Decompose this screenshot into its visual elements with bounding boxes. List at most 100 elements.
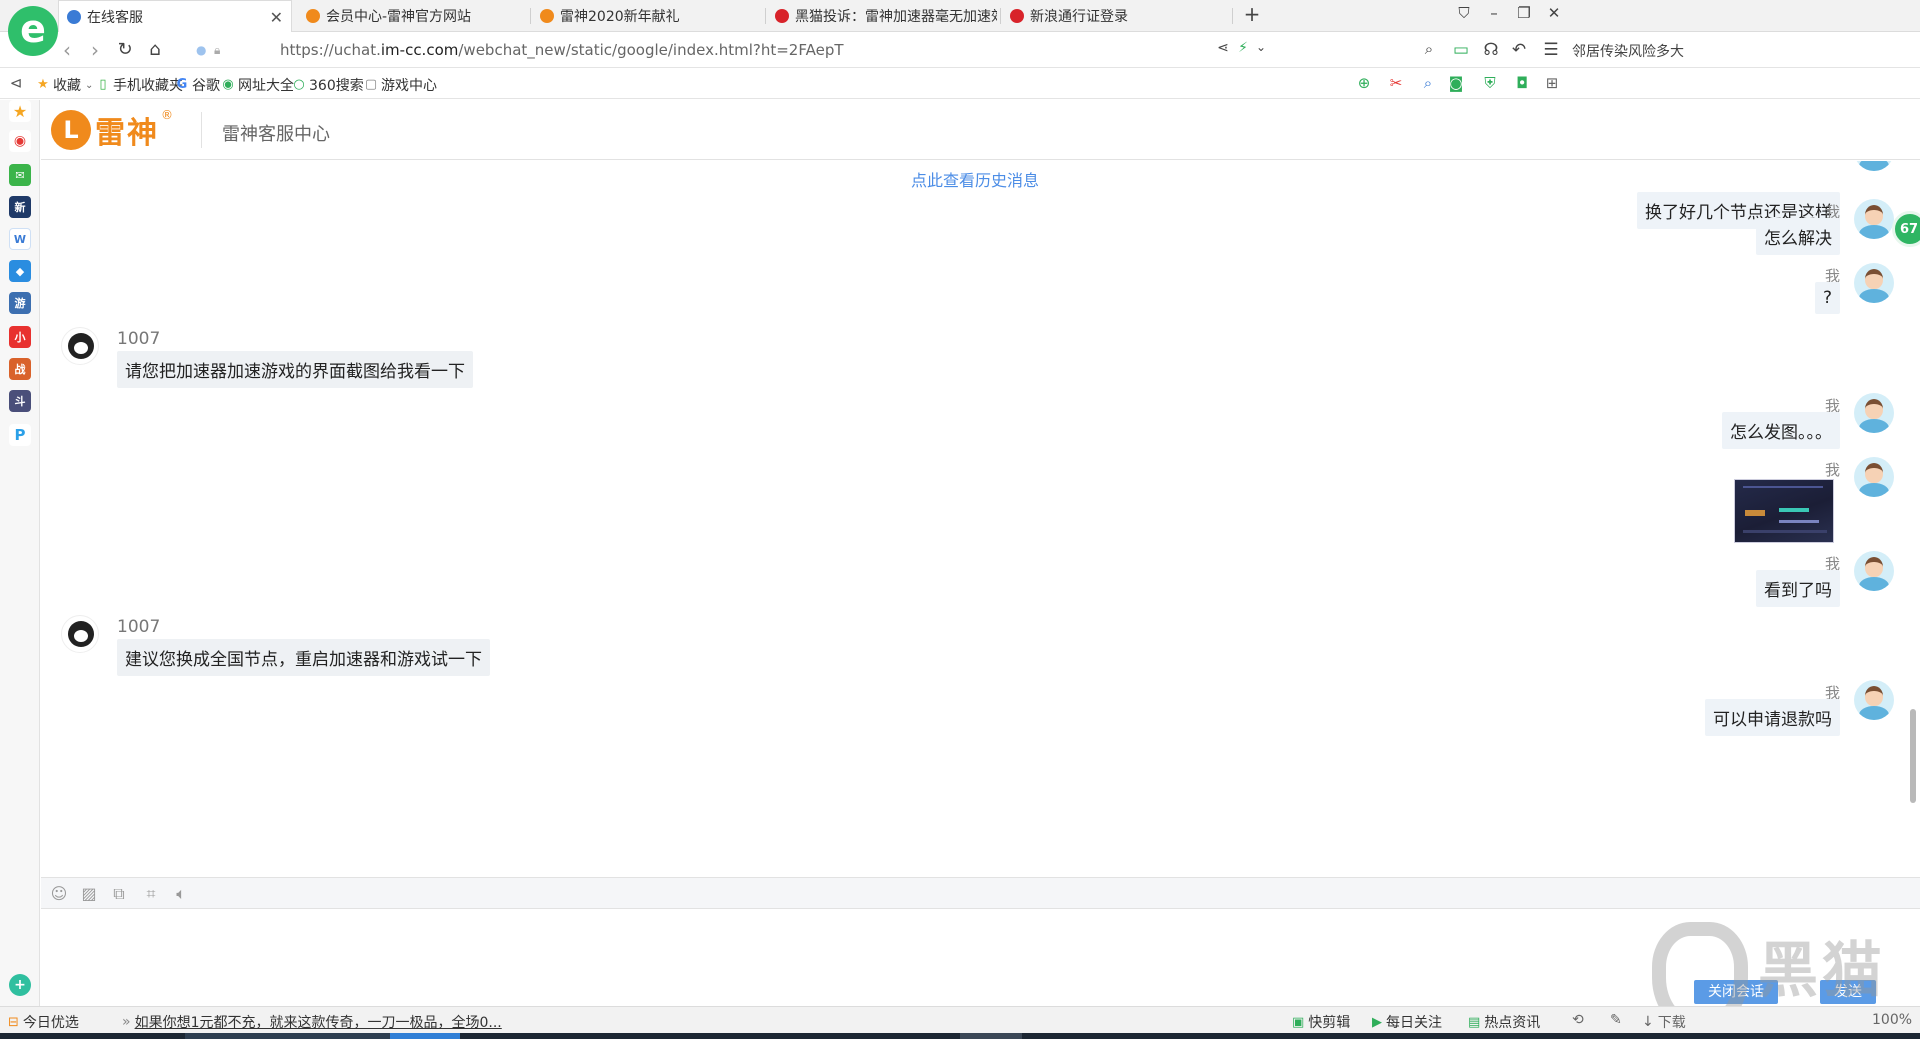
tab-new-year-gift[interactable]: 雷神2020新年献礼 [532, 0, 762, 32]
chevron-down-icon[interactable]: ⌄ [1250, 40, 1272, 54]
scissors-icon[interactable]: ✂ [1386, 74, 1406, 92]
today-picks[interactable]: ⊟ 今日优选 [8, 1012, 79, 1032]
agent-name-label: 1007 [117, 329, 161, 349]
chat-page-header: L 雷神 ® 雷神客服中心 [41, 100, 1920, 160]
game-tool-icon[interactable]: ◙ [1446, 74, 1466, 92]
site-security-icon[interactable]: ● [196, 43, 206, 57]
reload-icon[interactable]: ↻ [112, 39, 138, 61]
browser-logo-icon[interactable]: e [8, 6, 58, 56]
sidebar-docs-icon[interactable]: W [9, 228, 31, 250]
tab-title: 黑猫投诉：雷神加速器毫无加速效果 [795, 9, 997, 25]
agent-avatar [61, 615, 99, 653]
quick-edit[interactable]: ▣ 快剪辑 [1292, 1012, 1350, 1032]
chat-scrollbar-thumb[interactable] [1910, 709, 1916, 803]
zoom-level[interactable]: 100% [1872, 1012, 1912, 1028]
undo-icon[interactable]: ↶ [1508, 40, 1530, 60]
menu-icon[interactable]: ☰ [1540, 40, 1562, 60]
sidebar-game-a-icon[interactable]: 游 [9, 292, 31, 314]
sidebar-add-icon[interactable]: + [9, 974, 31, 996]
brand-logo: L 雷神 ® [51, 108, 173, 152]
sidebar-game-b-icon[interactable]: 战 [9, 358, 31, 380]
tab-favicon-icon [306, 9, 320, 23]
share-icon[interactable]: ⋖ [1212, 40, 1234, 56]
bookmark-google[interactable]: G 谷歌 [175, 75, 220, 95]
self-avatar [1854, 263, 1894, 303]
sidebar-weibo-icon[interactable]: ◉ [9, 130, 31, 152]
tab-member-center[interactable]: 会员中心-雷神官方网站 [298, 0, 528, 32]
phone-icon: ▯ [99, 77, 107, 92]
translate-icon[interactable]: ⊕ [1354, 74, 1374, 92]
view-history-link[interactable]: 点此查看历史消息 [911, 167, 1039, 191]
bookmark-game-center[interactable]: ▢ 游戏中心 [364, 75, 437, 95]
apps-grid-icon[interactable]: ⊞ [1542, 74, 1562, 92]
shield-icon[interactable]: ⛨ [1480, 74, 1500, 92]
hot-news[interactable]: ▤ 热点资讯 [1468, 1012, 1540, 1032]
minimize-icon[interactable]: – [1482, 4, 1506, 22]
os-taskbar [0, 1033, 1920, 1039]
tab-bar: e 在线客服 ✕ 会员中心-雷神官方网站 雷神2020新年献礼 黑猫投诉：雷神加… [0, 0, 1920, 56]
back-icon[interactable]: ‹ [54, 39, 80, 61]
search-tool-icon[interactable]: ⌕ [1418, 74, 1438, 92]
download-status[interactable]: ↓ 下载 [1642, 1012, 1686, 1032]
self-avatar [1854, 199, 1894, 239]
bookmark-site-nav[interactable]: ◉ 网址大全 [221, 75, 294, 95]
tool-icon-a[interactable]: ⟲ [1572, 1012, 1584, 1028]
floating-counter-badge[interactable]: 67 [1892, 211, 1920, 247]
send-button[interactable]: 发送 [1820, 980, 1876, 1004]
tab-close-icon[interactable]: ✕ [270, 8, 283, 27]
sidebar-favorites-icon[interactable]: ★ [9, 100, 31, 122]
home-icon[interactable]: ⌂ [142, 39, 168, 61]
voice-icon[interactable]: 🔈︎ [171, 884, 191, 904]
hot-search-input[interactable]: 邻居传染风险多大 [1572, 41, 1684, 61]
sidebar-shop-icon[interactable]: 小 [9, 326, 31, 348]
url-input[interactable]: https://uchat.im-cc.com/webchat_new/stat… [280, 41, 844, 59]
clip-icon: ▣ [1292, 1014, 1305, 1030]
bookmark-favorites[interactable]: ★ 收藏 ⌄ [36, 75, 93, 95]
bookmark-mobile[interactable]: ▯ 手机收藏夹 [96, 75, 183, 95]
close-chat-button[interactable]: 关闭会话 [1694, 980, 1778, 1004]
self-avatar [1854, 393, 1894, 433]
crop-icon[interactable]: ⌗ [141, 884, 161, 904]
tab-title: 在线客服 [87, 10, 143, 26]
sidebar-chat-icon[interactable]: ◆ [9, 260, 31, 282]
pin-icon[interactable]: ✎ [1610, 1012, 1622, 1028]
agent-message-bubble: 请您把加速器加速游戏的界面截图给我看一下 [117, 351, 473, 388]
sent-screenshot-image[interactable] [1734, 479, 1834, 543]
page-title: 雷神客服中心 [222, 124, 330, 145]
emoji-icon[interactable]: ☺ [49, 884, 69, 903]
self-avatar [1854, 161, 1894, 171]
bookmark-360-search[interactable]: ○ 360搜索 [292, 75, 363, 95]
collapse-sidebar-icon[interactable]: ⊲ [6, 74, 26, 92]
lock-icon[interactable]: 🔒︎ [214, 43, 220, 58]
battery-icon[interactable]: ▭ [1450, 40, 1472, 60]
page-icon: ▢ [364, 77, 378, 92]
tab-black-cat-complaint[interactable]: 黑猫投诉：雷神加速器毫无加速效果 [767, 0, 997, 32]
restore-icon[interactable]: ❐ [1512, 4, 1536, 22]
image-icon[interactable]: ▨ [79, 884, 99, 903]
search-icon[interactable]: ⌕ [1418, 40, 1440, 58]
shirt-skin-icon[interactable]: ⛉ [1452, 4, 1476, 22]
sidebar-news-icon[interactable]: 新 [9, 196, 31, 218]
tab-title: 新浪通行证登录 [1030, 9, 1128, 25]
google-icon: G [176, 77, 188, 92]
chevrons-icon: » [122, 1014, 131, 1030]
screenshot-icon[interactable]: ⧉ [109, 884, 129, 904]
tab-sina-login[interactable]: 新浪通行证登录 [1002, 0, 1228, 32]
sidebar-game-c-icon[interactable]: 斗 [9, 390, 31, 412]
chat-message-list[interactable]: 点此查看历史消息 换了好几个节点还是这样 我 怎么解决 我 ? 1007 请您把… [41, 161, 1920, 877]
message-input[interactable]: 关闭会话 发送 [41, 909, 1920, 1006]
sidebar-pay-icon[interactable]: P [9, 424, 31, 446]
close-window-icon[interactable]: ✕ [1542, 4, 1566, 22]
news-ticker[interactable]: » 如果你想1元都不充，就来这款传奇，一刀一极品，全场0... [122, 1012, 502, 1032]
headset-icon[interactable]: ☊ [1480, 40, 1502, 60]
play-icon: ▶ [1372, 1014, 1382, 1030]
wechat-icon[interactable]: ◘ [1512, 74, 1532, 92]
nav-site-icon: ◉ [222, 77, 234, 92]
tab-online-service[interactable]: 在线客服 ✕ [58, 0, 292, 33]
forward-icon[interactable]: › [82, 39, 108, 61]
daily-follow[interactable]: ▶ 每日关注 [1372, 1012, 1442, 1032]
sidebar-mail-icon[interactable]: ✉ [9, 164, 31, 186]
chevron-down-icon: ⌄ [85, 79, 94, 91]
new-tab-button[interactable]: + [1240, 2, 1264, 26]
self-avatar [1854, 551, 1894, 591]
